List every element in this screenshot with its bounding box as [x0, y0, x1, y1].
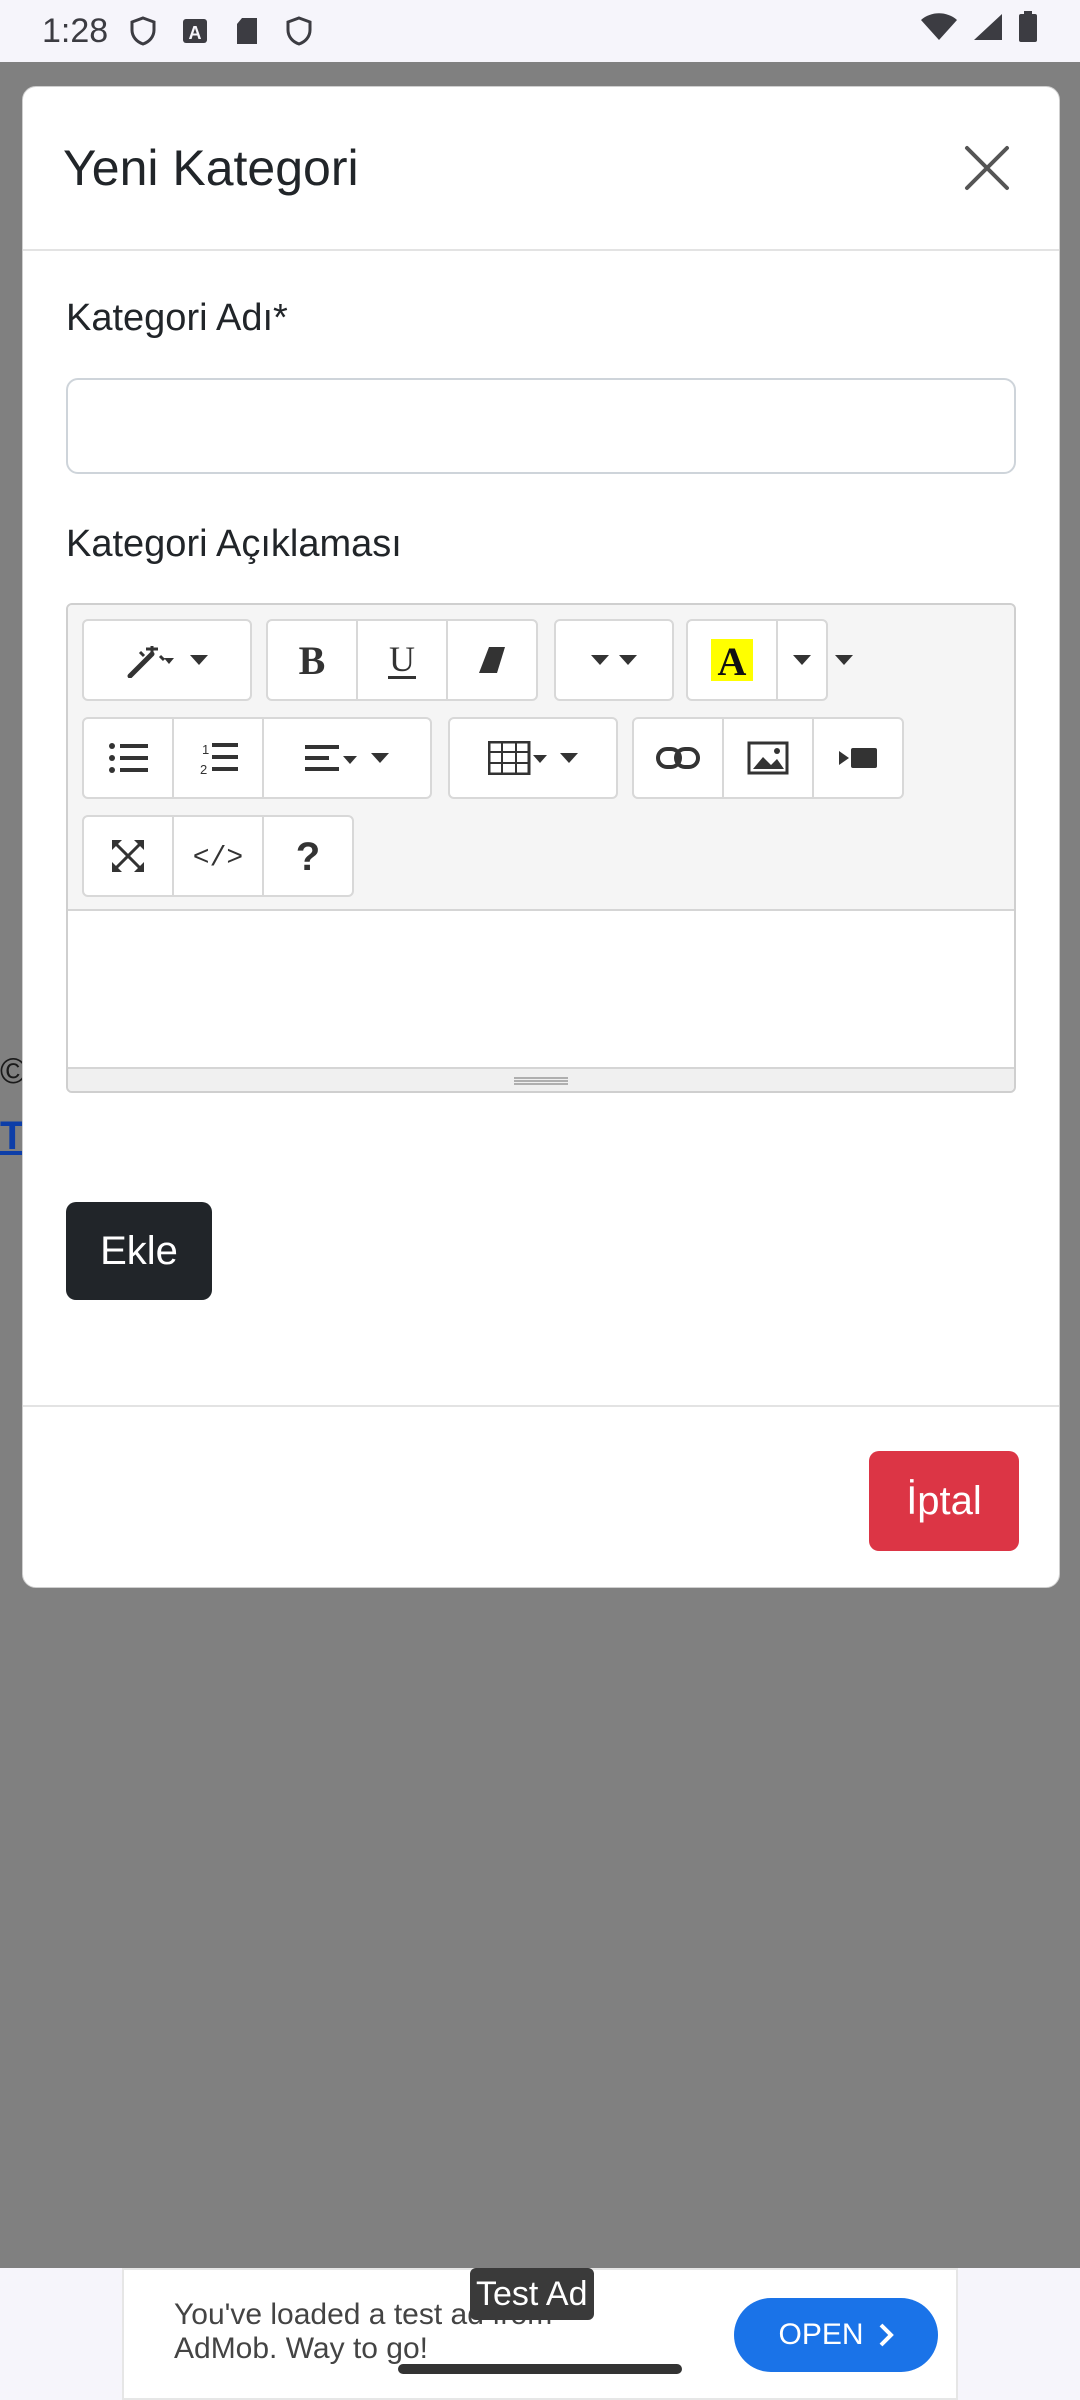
- svg-text:A: A: [718, 639, 747, 681]
- unordered-list-button[interactable]: [82, 717, 174, 799]
- battery-icon: [1018, 10, 1038, 52]
- test-ad-badge: Test Ad: [470, 2268, 594, 2320]
- editor-resize-handle[interactable]: [68, 1067, 1014, 1091]
- underline-icon: U: [388, 639, 416, 679]
- table-icon: [488, 741, 547, 775]
- shield-icon: [128, 16, 158, 46]
- svg-text:?: ?: [296, 836, 320, 876]
- underline-button[interactable]: U: [356, 619, 448, 701]
- ad-text-line2: AdMob. Way to go!: [174, 2332, 429, 2365]
- align-icon: [305, 745, 357, 771]
- eraser-icon: [479, 647, 505, 673]
- video-icon: [839, 748, 877, 768]
- help-icon: ?: [296, 836, 320, 876]
- resize-grip-icon: [514, 1077, 568, 1085]
- text-color-button[interactable]: A: [686, 619, 778, 701]
- wifi-icon: [920, 12, 958, 51]
- font-size-icon: [591, 655, 609, 665]
- add-button[interactable]: Ekle: [66, 1202, 212, 1300]
- background-link[interactable]: T: [0, 1114, 24, 1159]
- home-indicator[interactable]: [398, 2364, 682, 2374]
- unordered-list-icon: [109, 743, 148, 773]
- caret-icon: [793, 655, 811, 665]
- editor-content-area[interactable]: [68, 911, 1014, 1067]
- caret-icon: [371, 753, 389, 763]
- caret-icon: [835, 655, 853, 665]
- font-style-group: B U: [266, 619, 538, 701]
- font-size-dropdown[interactable]: [554, 619, 674, 701]
- rich-text-editor: B U A 1 2 </> ?: [66, 603, 1016, 1093]
- modal-title: Yeni Kategori: [63, 140, 359, 196]
- link-button[interactable]: [632, 717, 724, 799]
- clear-format-button[interactable]: [446, 619, 538, 701]
- chevron-right-icon: [879, 2323, 894, 2347]
- sd-card-icon: [232, 16, 262, 46]
- caret-icon: [560, 753, 578, 763]
- signal-icon: [972, 12, 1004, 51]
- svg-text:A: A: [189, 23, 202, 43]
- svg-text:B: B: [299, 640, 326, 680]
- video-button[interactable]: [812, 717, 904, 799]
- category-name-label: Kategori Adı*: [66, 297, 288, 339]
- table-group: [448, 717, 618, 799]
- svg-text:1: 1: [202, 742, 209, 757]
- modal-footer: İptal: [23, 1405, 1059, 1589]
- align-dropdown[interactable]: [262, 717, 432, 799]
- magic-style-icon: [127, 646, 174, 678]
- color-dropdown[interactable]: [776, 619, 828, 701]
- svg-text:2: 2: [200, 762, 207, 776]
- code-view-button[interactable]: </>: [172, 815, 264, 897]
- view-group: </> ?: [82, 815, 354, 897]
- status-bar: 1:28 A: [0, 0, 1080, 62]
- new-category-modal: Yeni Kategori Kategori Adı* Kategori Açı…: [22, 86, 1060, 1588]
- fullscreen-button[interactable]: [82, 815, 174, 897]
- style-group: [82, 619, 252, 701]
- close-button[interactable]: [955, 136, 1019, 200]
- ad-open-button[interactable]: OPEN: [734, 2298, 938, 2372]
- bold-icon: B: [299, 640, 326, 680]
- table-dropdown[interactable]: [448, 717, 618, 799]
- caret-icon: [190, 655, 208, 665]
- text-color-icon: A: [711, 639, 753, 681]
- cancel-button[interactable]: İptal: [869, 1451, 1019, 1551]
- category-description-label: Kategori Açıklaması: [66, 523, 402, 565]
- link-icon: [656, 747, 700, 769]
- close-icon: [965, 146, 1009, 190]
- color-group: A: [686, 619, 828, 701]
- image-icon: [747, 741, 789, 775]
- insert-group: [632, 717, 904, 799]
- ordered-list-icon: 12: [200, 742, 238, 776]
- shield-icon: [284, 16, 314, 46]
- bold-button[interactable]: B: [266, 619, 358, 701]
- fullscreen-icon: [112, 840, 144, 872]
- svg-text:U: U: [389, 639, 415, 679]
- font-app-icon: A: [180, 16, 210, 46]
- editor-toolbar: B U A 1 2 </> ?: [68, 605, 1014, 911]
- caret-icon: [619, 655, 637, 665]
- help-button[interactable]: ?: [262, 815, 354, 897]
- status-time: 1:28: [42, 11, 109, 50]
- image-button[interactable]: [722, 717, 814, 799]
- category-name-input[interactable]: [66, 378, 1016, 474]
- code-view-icon: </>: [193, 843, 243, 871]
- ordered-list-button[interactable]: 12: [172, 717, 264, 799]
- style-dropdown[interactable]: [82, 619, 252, 701]
- svg-text:</>: </>: [193, 843, 243, 871]
- ad-open-label: OPEN: [778, 2318, 864, 2351]
- font-size-group: [554, 619, 674, 701]
- list-group: 12: [82, 717, 432, 799]
- modal-header: Yeni Kategori: [23, 87, 1059, 251]
